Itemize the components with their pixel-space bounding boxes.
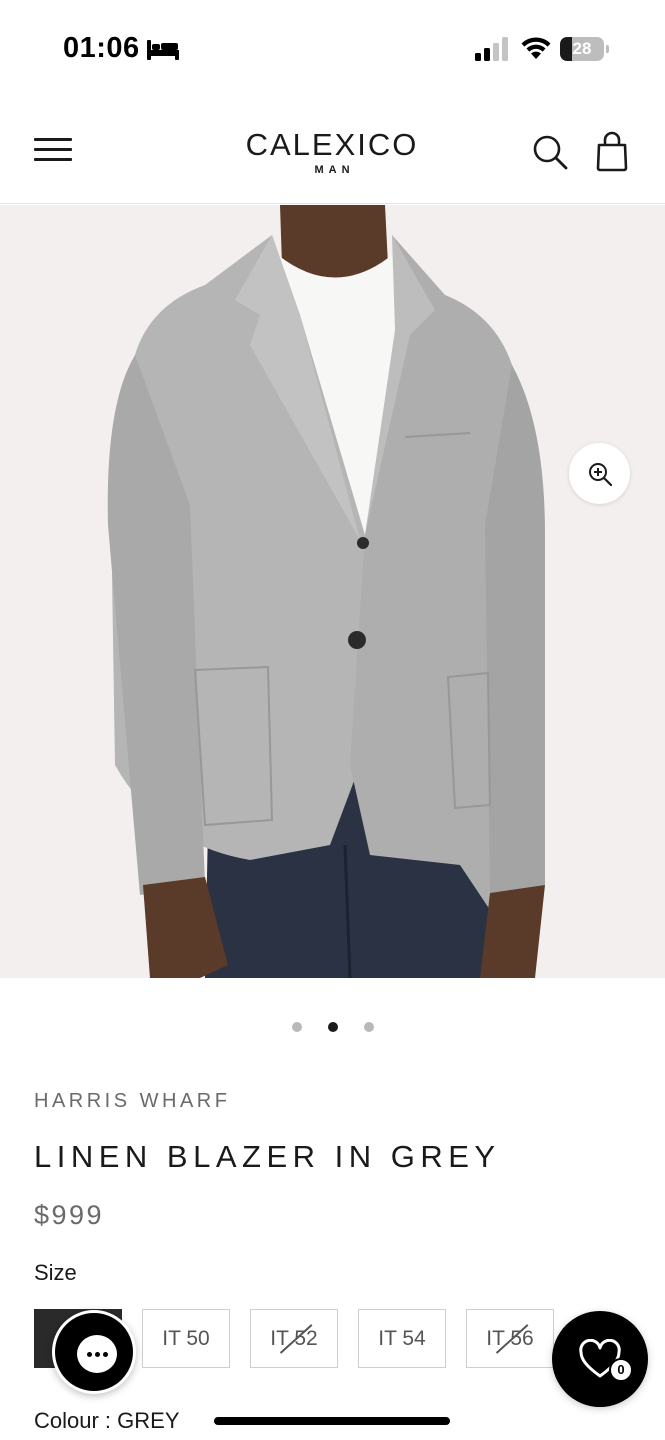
gallery-pagination bbox=[0, 1018, 665, 1032]
zoom-in-icon bbox=[589, 463, 613, 487]
size-label: Size bbox=[34, 1260, 77, 1285]
status-bar: 01:06 28 bbox=[0, 0, 665, 100]
signal-icon bbox=[475, 37, 508, 61]
logo-sub: MAN bbox=[314, 164, 355, 176]
wifi-icon bbox=[521, 37, 551, 59]
chat-button[interactable] bbox=[52, 1310, 136, 1394]
size-option[interactable]: IT 52 bbox=[250, 1309, 338, 1368]
status-time: 01:06 bbox=[63, 32, 140, 64]
size-option-label: IT 54 bbox=[378, 1327, 426, 1350]
product-brand[interactable]: HARRIS WHARF bbox=[34, 1090, 230, 1113]
bed-icon bbox=[147, 40, 179, 60]
site-header: CALEXICO MAN bbox=[0, 100, 665, 204]
product-title: LINEN BLAZER IN GREY bbox=[34, 1139, 501, 1174]
gallery-dot[interactable] bbox=[327, 1021, 338, 1032]
chat-icon bbox=[77, 1335, 117, 1373]
store-logo[interactable]: CALEXICO MAN bbox=[232, 127, 432, 177]
search-icon bbox=[533, 135, 568, 170]
search-button[interactable] bbox=[530, 132, 570, 172]
size-option[interactable]: IT 56 bbox=[466, 1309, 554, 1368]
product-photo bbox=[0, 205, 665, 978]
size-option[interactable]: IT 54 bbox=[358, 1309, 446, 1368]
product-price: $999 bbox=[34, 1200, 105, 1230]
size-option[interactable]: IT 50 bbox=[142, 1309, 230, 1368]
battery-level: 28 bbox=[572, 39, 592, 58]
zoom-button[interactable] bbox=[569, 443, 630, 504]
cart-button[interactable] bbox=[592, 130, 632, 172]
home-indicator bbox=[214, 1417, 450, 1425]
colour-label: Colour : GREY bbox=[34, 1408, 180, 1433]
bag-icon bbox=[596, 131, 628, 172]
product-image-gallery[interactable] bbox=[0, 205, 665, 978]
logo-main: CALEXICO bbox=[245, 127, 419, 162]
gallery-dot[interactable] bbox=[291, 1021, 302, 1032]
wishlist-button[interactable]: 0 bbox=[552, 1311, 648, 1407]
battery-icon: 28 bbox=[560, 37, 610, 61]
wishlist-count-badge: 0 bbox=[609, 1358, 633, 1382]
gallery-dot[interactable] bbox=[363, 1021, 374, 1032]
menu-button[interactable] bbox=[34, 134, 72, 164]
size-option-label: IT 50 bbox=[162, 1327, 210, 1350]
